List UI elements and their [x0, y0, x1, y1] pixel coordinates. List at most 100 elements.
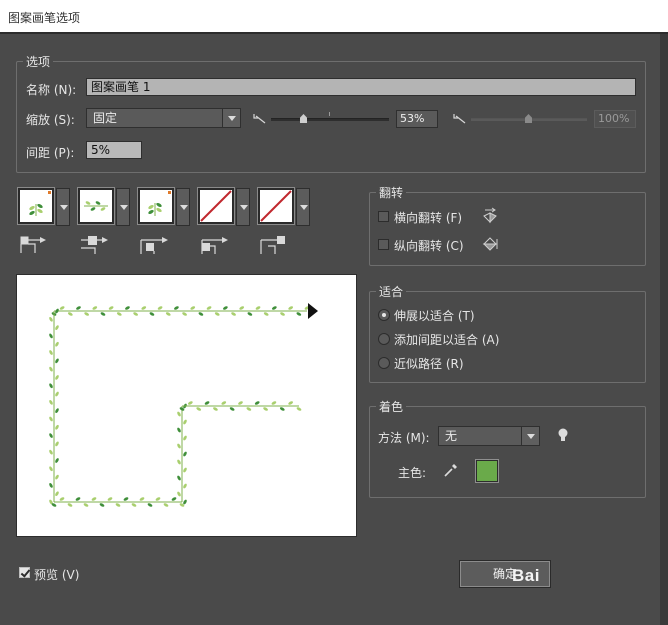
vine-leaf: [131, 503, 137, 507]
inner-corner-tile-type-icon: [140, 237, 168, 254]
end-tile-dropdown[interactable]: [296, 188, 310, 226]
vine-leaf: [91, 497, 97, 501]
vine-leaf: [231, 312, 236, 316]
scale-min-field[interactable]: 53%: [396, 110, 438, 128]
eyedropper-icon[interactable]: [443, 462, 459, 478]
vine-leaf: [238, 401, 243, 405]
vine-leaf: [59, 497, 65, 501]
brush-preview: [16, 274, 357, 537]
vine-leaf: [296, 312, 302, 316]
colorization-method-value: 无: [445, 429, 458, 443]
vine-leaf: [204, 401, 210, 405]
name-field-value: 图案画笔 1: [91, 80, 151, 94]
outer-corner-tile-dropdown[interactable]: [116, 188, 130, 226]
vine-leaf: [55, 375, 59, 380]
vine-leaf: [55, 458, 59, 463]
vine-leaf: [55, 341, 59, 347]
vine-leaf: [76, 306, 81, 310]
spacing-field[interactable]: 5%: [86, 141, 142, 159]
end-tile-type-icon: [260, 236, 285, 254]
vine-leaf: [49, 399, 53, 405]
vine-leaf: [263, 407, 268, 411]
vine-leaf: [116, 312, 122, 316]
vine-leaf: [133, 312, 138, 316]
side-tile-swatch[interactable]: [17, 187, 55, 225]
vine-leaf: [83, 503, 89, 507]
fit-approximate-label[interactable]: 近似路径 (R): [394, 355, 464, 372]
spacing-label: 间距 (P):: [26, 146, 75, 160]
start-tile-dropdown[interactable]: [236, 188, 250, 226]
pattern-brush-options-dialog: 选项 名称 (N): 图案画笔 1 缩放 (S): 固定 53% 100% 间距…: [0, 34, 668, 625]
fit-add-space-label[interactable]: 添加间距以适合 (A): [394, 331, 499, 348]
options-group-title: 选项: [23, 53, 54, 70]
watermark-logo: Bai: [512, 566, 540, 585]
vine-leaf: [55, 424, 59, 430]
vine-leaf: [115, 503, 121, 507]
vine-leaf: [183, 499, 187, 505]
vine-leaf: [196, 407, 202, 411]
vine-leaf: [177, 443, 181, 449]
scale-min-slider-track[interactable]: [271, 118, 389, 121]
scale-mode-dropdown[interactable]: 固定: [86, 108, 241, 128]
vine-leaf: [223, 306, 228, 310]
key-color-swatch[interactable]: [475, 459, 499, 483]
vine-leaf: [55, 358, 59, 364]
flip-vertical-checkbox[interactable]: [378, 239, 389, 250]
outer-corner-tile-button[interactable]: [77, 187, 130, 226]
preview-checkbox[interactable]: [19, 567, 30, 578]
vine-leaf: [49, 366, 53, 372]
vine-leaf: [92, 306, 98, 310]
vine-leaf: [171, 497, 177, 501]
inner-corner-tile-button[interactable]: [137, 187, 190, 226]
vine-leaf: [271, 306, 277, 310]
name-field[interactable]: 图案画笔 1: [86, 78, 636, 96]
start-tile-button[interactable]: [197, 187, 250, 226]
vine-leaf: [125, 306, 130, 310]
vine-leaf: [271, 401, 277, 405]
none-slash-icon: [200, 190, 232, 222]
flip-vertical-icon: [482, 237, 498, 251]
fit-add-space-radio[interactable]: [378, 333, 390, 345]
vine-tile-icon: [148, 191, 171, 216]
arrowhead-icon: [308, 303, 318, 319]
end-tile-button[interactable]: [257, 187, 310, 226]
inner-corner-tile-dropdown[interactable]: [176, 188, 190, 226]
key-color-label: 主色:: [398, 466, 427, 480]
vine-leaf: [155, 497, 161, 501]
vine-leaf: [49, 333, 53, 339]
side-tile-dropdown[interactable]: [56, 188, 70, 226]
vine-leaf: [147, 503, 153, 507]
side-tile-button[interactable]: [17, 187, 70, 226]
none-slash-icon: [260, 190, 292, 222]
fit-stretch-label[interactable]: 伸展以适合 (T): [394, 307, 475, 324]
colorization-method-dropdown[interactable]: 无: [438, 426, 540, 446]
vine-leaf: [99, 503, 105, 507]
inner-corner-tile-swatch[interactable]: [137, 187, 175, 225]
outer-corner-tile-swatch[interactable]: [77, 187, 115, 225]
vine-leaf: [263, 312, 269, 316]
vine-leaf: [255, 306, 261, 310]
vine-leaf: [55, 491, 59, 497]
vine-leaf: [177, 427, 181, 433]
fit-approximate-radio[interactable]: [378, 357, 390, 369]
name-label: 名称 (N):: [26, 83, 77, 97]
vine-leaf: [206, 306, 212, 310]
vine-leaf: [296, 407, 302, 411]
fit-stretch-radio[interactable]: [378, 309, 390, 321]
start-tile-swatch[interactable]: [197, 187, 235, 225]
vine-leaf: [49, 449, 53, 455]
scale-mode-value: 固定: [93, 111, 118, 125]
flip-horizontal-checkbox[interactable]: [378, 211, 389, 222]
vine-leaf: [183, 467, 187, 473]
vine-leaf: [59, 306, 65, 310]
vine-leaf: [213, 407, 218, 411]
vine-leaf: [49, 416, 53, 422]
flip-vertical-label[interactable]: 纵向翻转 (C): [394, 237, 464, 254]
vine-leaf: [157, 306, 163, 310]
end-tile-swatch[interactable]: [257, 187, 295, 225]
flip-horizontal-label[interactable]: 横向翻转 (F): [394, 209, 462, 226]
slider-tick: [329, 112, 330, 116]
lightbulb-icon[interactable]: [557, 427, 569, 443]
vine-leaf: [123, 497, 129, 501]
preview-label[interactable]: 预览 (V): [34, 566, 79, 583]
